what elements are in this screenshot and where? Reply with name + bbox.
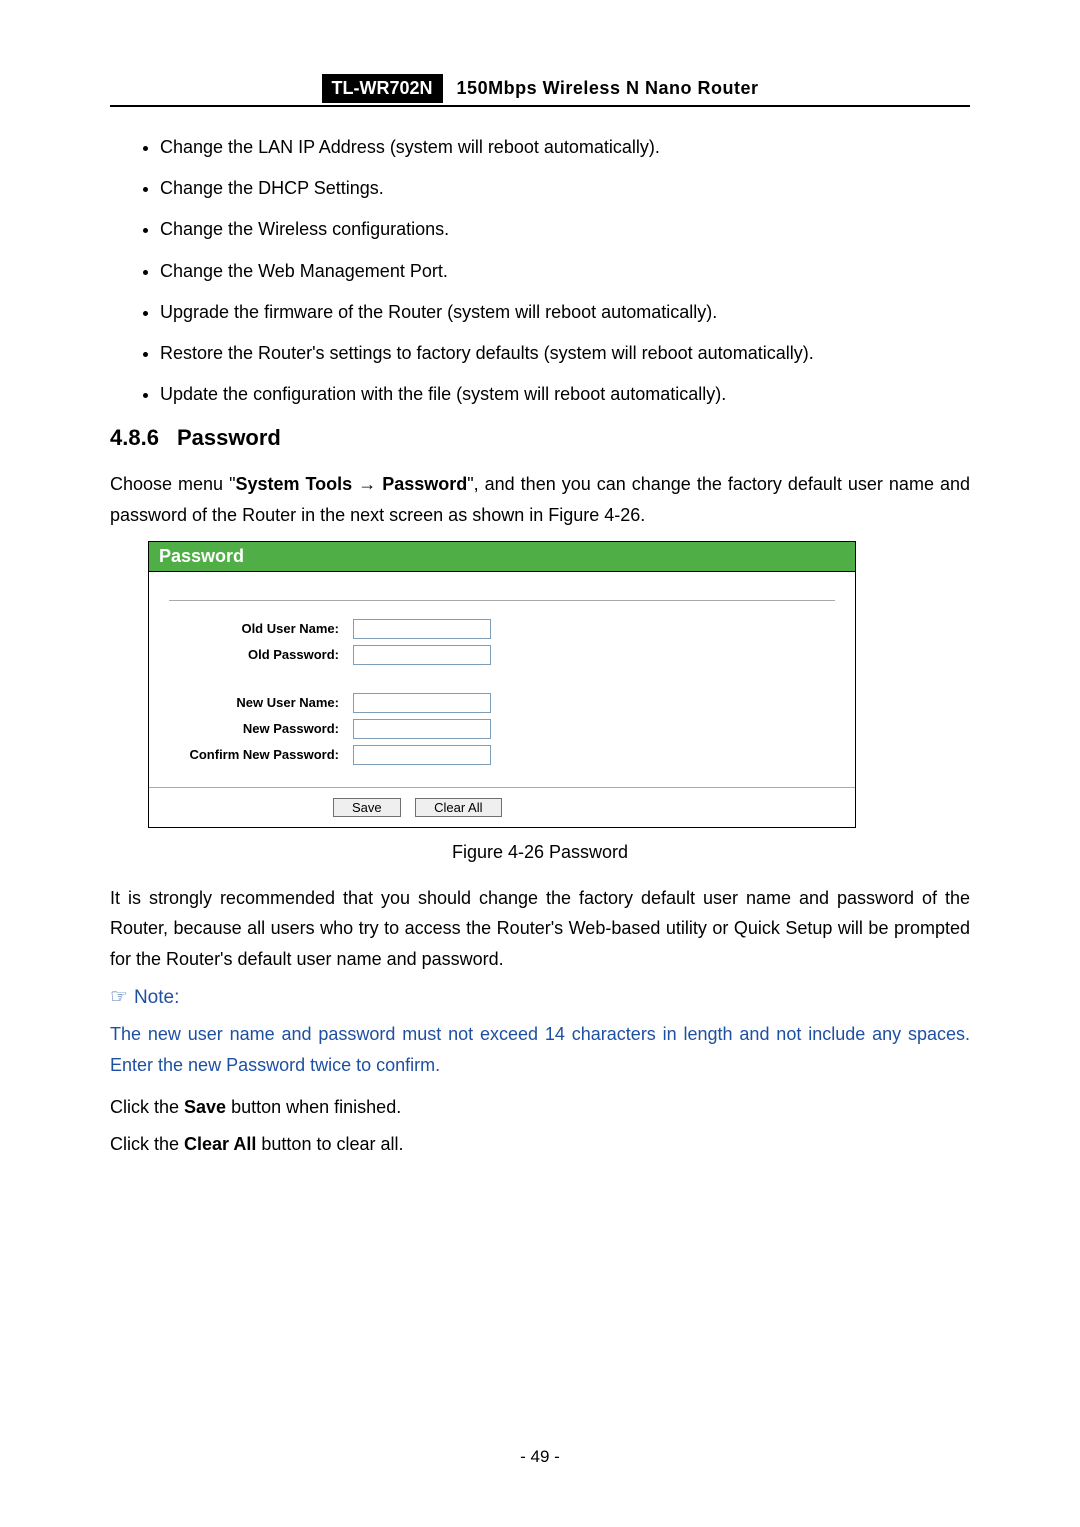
list-item: Change the DHCP Settings. (160, 176, 970, 201)
pointing-hand-icon: ☞ (110, 984, 128, 1009)
note-heading: ☞ Note: (110, 984, 970, 1009)
label-confirm: Confirm New Password: (169, 747, 353, 762)
click-clear-post: button to clear all. (256, 1134, 403, 1154)
section-number: 4.8.6 (110, 425, 159, 450)
click-save-line: Click the Save button when finished. (110, 1092, 970, 1123)
panel-footer: Save Clear All (149, 787, 855, 827)
old-user-input[interactable] (353, 619, 491, 639)
clear-all-button[interactable]: Clear All (415, 798, 501, 817)
arrow-icon: → (358, 474, 376, 494)
list-item: Upgrade the firmware of the Router (syst… (160, 300, 970, 325)
click-save-post: button when finished. (226, 1097, 401, 1117)
password-panel: Password Old User Name: Old Password: Ne… (148, 541, 856, 828)
figure-caption: Figure 4-26 Password (110, 842, 970, 863)
intro-pre: Choose menu " (110, 474, 235, 494)
click-clear-bold: Clear All (184, 1134, 256, 1154)
list-item: Change the Web Management Port. (160, 259, 970, 284)
save-button[interactable]: Save (333, 798, 401, 817)
confirm-pass-input[interactable] (353, 745, 491, 765)
divider (169, 600, 835, 601)
list-item: Change the Wireless configurations. (160, 217, 970, 242)
label-new-pass: New Password: (169, 721, 353, 736)
group-gap (169, 671, 835, 693)
page-header: TL-WR702N 150Mbps Wireless N Nano Router (110, 74, 970, 107)
section-title: Password (177, 425, 281, 450)
panel-body: Old User Name: Old Password: New User Na… (149, 572, 855, 765)
list-item: Restore the Router's settings to factory… (160, 341, 970, 366)
list-item: Change the LAN IP Address (system will r… (160, 135, 970, 160)
menu-system-tools: System Tools (235, 474, 352, 494)
model-badge: TL-WR702N (322, 74, 443, 103)
page-number: - 49 - (0, 1447, 1080, 1467)
new-user-input[interactable] (353, 693, 491, 713)
label-old-user: Old User Name: (169, 621, 353, 636)
recommend-paragraph: It is strongly recommended that you shou… (110, 883, 970, 975)
panel-title: Password (149, 542, 855, 572)
click-save-bold: Save (184, 1097, 226, 1117)
list-item: Update the configuration with the file (… (160, 382, 970, 407)
click-clear-line: Click the Clear All button to clear all. (110, 1129, 970, 1160)
row-old-pass: Old Password: (169, 645, 835, 665)
click-save-pre: Click the (110, 1097, 184, 1117)
row-new-user: New User Name: (169, 693, 835, 713)
new-pass-input[interactable] (353, 719, 491, 739)
label-new-user: New User Name: (169, 695, 353, 710)
model-description: 150Mbps Wireless N Nano Router (457, 78, 759, 103)
old-pass-input[interactable] (353, 645, 491, 665)
change-list: Change the LAN IP Address (system will r… (110, 135, 970, 407)
menu-password: Password (382, 474, 467, 494)
label-old-pass: Old Password: (169, 647, 353, 662)
row-new-pass: New Password: (169, 719, 835, 739)
row-old-user: Old User Name: (169, 619, 835, 639)
note-body: The new user name and password must not … (110, 1019, 970, 1080)
section-heading: 4.8.6 Password (110, 425, 970, 451)
intro-paragraph: Choose menu "System Tools → Password", a… (110, 469, 970, 530)
click-clear-pre: Click the (110, 1134, 184, 1154)
document-page: TL-WR702N 150Mbps Wireless N Nano Router… (0, 0, 1080, 1527)
row-confirm: Confirm New Password: (169, 745, 835, 765)
note-label: Note: (134, 987, 179, 1008)
